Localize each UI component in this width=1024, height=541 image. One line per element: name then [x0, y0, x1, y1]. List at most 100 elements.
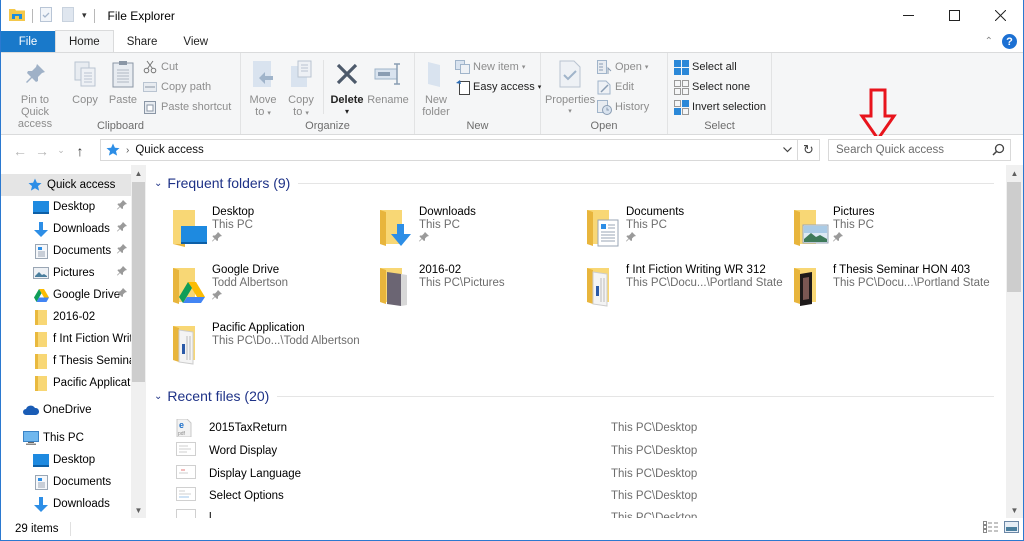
pinned-icon[interactable] — [212, 290, 288, 303]
sidebar-item-pictures[interactable]: Pictures — [1, 262, 131, 284]
sidebar-item-folder[interactable]: f Thesis Seminar — [1, 350, 131, 372]
tab-view[interactable]: View — [170, 31, 221, 52]
sidebar-item-downloads[interactable]: Downloads — [1, 218, 131, 240]
pinned-icon[interactable] — [117, 222, 127, 235]
history-icon — [596, 99, 612, 115]
scroll-up-arrow-icon[interactable]: ▲ — [1006, 165, 1023, 181]
edit-button[interactable]: Edit — [596, 77, 653, 97]
address-bar[interactable]: › Quick access — [100, 139, 798, 161]
history-button[interactable]: History — [596, 97, 653, 117]
folder-tile[interactable]: f Thesis Seminar HON 403 This PC\Docu...… — [791, 264, 996, 319]
sidebar-item-quick-access[interactable]: Quick access — [1, 174, 131, 196]
help-icon[interactable]: ? — [1002, 34, 1017, 49]
folder-tile[interactable]: Downloads This PC — [377, 206, 582, 261]
recent-locations-dropdown[interactable]: ⌄ — [53, 140, 69, 162]
folder-tile[interactable]: Google Drive Todd Albertson — [170, 264, 375, 319]
frequent-folders-header[interactable]: ⌄ Frequent folders (9) — [154, 175, 994, 191]
easy-access-button[interactable]: Easy access ▾ — [454, 77, 545, 97]
pinned-icon[interactable] — [419, 232, 476, 245]
breadcrumb-separator-icon[interactable]: › — [126, 145, 129, 156]
sidebar-item-folder[interactable]: f Int Fiction Writ — [1, 328, 131, 350]
invert-selection-button[interactable]: Invert selection — [673, 97, 770, 117]
cut-button[interactable]: Cut — [142, 57, 235, 77]
pinned-icon[interactable] — [117, 200, 127, 213]
select-none-button[interactable]: Select none — [673, 77, 770, 97]
collapse-chevron-icon[interactable]: ⌄ — [154, 391, 162, 402]
pinned-icon[interactable] — [117, 244, 127, 257]
section-divider — [277, 395, 994, 397]
address-history-dropdown[interactable] — [777, 140, 797, 160]
open-button[interactable]: Open ▾ — [596, 57, 653, 77]
sidebar-item-desktop[interactable]: Desktop — [1, 449, 131, 471]
folder-icon — [33, 331, 49, 347]
tab-home[interactable]: Home — [55, 30, 114, 52]
search-input[interactable] — [836, 144, 986, 156]
pinned-icon[interactable] — [626, 232, 684, 245]
scroll-up-arrow-icon[interactable]: ▲ — [131, 165, 146, 181]
scroll-down-arrow-icon[interactable]: ▼ — [1006, 502, 1023, 518]
select-all-button[interactable]: Select all — [673, 57, 770, 77]
refresh-button[interactable]: ↻ — [798, 139, 820, 161]
collapse-chevron-icon[interactable]: ⌄ — [154, 178, 162, 189]
minimize-button[interactable] — [885, 0, 931, 31]
search-box[interactable] — [828, 139, 1011, 161]
recent-file-row[interactable]: Select Options This PC\Desktop — [176, 485, 976, 507]
close-button[interactable] — [977, 0, 1023, 31]
pinned-icon[interactable] — [212, 232, 254, 245]
tab-file[interactable]: File — [1, 31, 55, 52]
open-group: Properties ▾ Open ▾ Edit History Open — [541, 53, 668, 134]
recent-file-row[interactable]: l This PC\Desktop — [176, 507, 976, 518]
sidebar-item-documents[interactable]: Documents — [1, 471, 131, 493]
sidebar-scrollbar[interactable]: ▲ ▼ — [131, 165, 146, 518]
tab-share[interactable]: Share — [114, 31, 171, 52]
paste-shortcut-button[interactable]: Paste shortcut — [142, 97, 235, 117]
minimize-ribbon-chevron-icon[interactable]: ⌃ — [985, 36, 993, 47]
sidebar-item-folder[interactable]: 2016-02 — [1, 306, 131, 328]
content-scroll-thumb[interactable] — [1007, 182, 1021, 292]
sidebar-item-google-drive[interactable]: Google Drive — [1, 284, 131, 306]
copy-path-button[interactable]: Copy path — [142, 77, 235, 97]
sidebar-item-desktop[interactable]: Desktop — [1, 196, 131, 218]
folder-tile[interactable]: Pictures This PC — [791, 206, 996, 261]
properties-qat-icon[interactable] — [40, 6, 52, 25]
details-view-icon[interactable] — [983, 521, 998, 536]
folder-tile[interactable]: Documents This PC — [584, 206, 789, 261]
folder-tile[interactable]: Pacific Application This PC\Do...\Todd A… — [170, 322, 375, 377]
content-scrollbar[interactable]: ▲ ▼ — [1006, 165, 1023, 518]
back-button[interactable]: ← — [9, 140, 31, 162]
sidebar-scroll-thumb[interactable] — [132, 182, 145, 382]
maximize-button[interactable] — [931, 0, 977, 31]
recent-file-row[interactable]: e pdf 2015TaxReturn This PC\Desktop — [176, 417, 976, 439]
scroll-down-arrow-icon[interactable]: ▼ — [131, 502, 146, 518]
sidebar-item-folder[interactable]: Pacific Applicati — [1, 372, 131, 394]
customize-qat-dropdown-icon[interactable]: ▾ — [82, 10, 87, 21]
google-drive-folder-icon — [170, 264, 210, 308]
new-group: New folder New item ▾ Easy access ▾ New — [415, 53, 541, 134]
pinned-icon[interactable] — [833, 232, 875, 245]
sidebar-item-downloads[interactable]: Downloads — [1, 493, 131, 515]
navigation-bar: ← → ⌄ ↑ › Quick access ↻ — [1, 136, 1023, 165]
breadcrumb-quick-access[interactable]: Quick access — [135, 144, 203, 156]
sidebar-item-documents[interactable]: Documents — [1, 240, 131, 262]
up-button[interactable]: ↑ — [69, 140, 91, 162]
section-divider — [298, 182, 994, 184]
new-item-button[interactable]: New item ▾ — [454, 57, 545, 77]
search-icon[interactable] — [992, 143, 1005, 159]
sidebar-item-onedrive[interactable]: OneDrive — [1, 399, 131, 421]
large-icons-view-icon[interactable] — [1004, 521, 1019, 536]
pinned-icon[interactable] — [117, 288, 127, 301]
recent-file-row[interactable]: Word Display This PC\Desktop — [176, 440, 976, 462]
paste-shortcut-icon — [142, 99, 158, 115]
forward-button[interactable]: → — [31, 140, 53, 162]
file-explorer-app-icon[interactable] — [9, 7, 25, 24]
pinned-icon[interactable] — [117, 266, 127, 279]
recent-file-row[interactable]: Display Language This PC\Desktop — [176, 463, 976, 485]
folder-tile[interactable]: 2016-02 This PC\Pictures — [377, 264, 582, 319]
organize-divider — [323, 60, 324, 114]
delete-dropdown-caret[interactable]: ▾ — [345, 106, 349, 118]
new-folder-qat-icon[interactable] — [62, 6, 74, 25]
folder-tile[interactable]: f Int Fiction Writing WR 312 This PC\Doc… — [584, 264, 789, 319]
folder-tile[interactable]: Desktop This PC — [170, 206, 375, 261]
recent-files-header[interactable]: ⌄ Recent files (20) — [154, 388, 994, 404]
sidebar-item-this-pc[interactable]: This PC — [1, 427, 131, 449]
